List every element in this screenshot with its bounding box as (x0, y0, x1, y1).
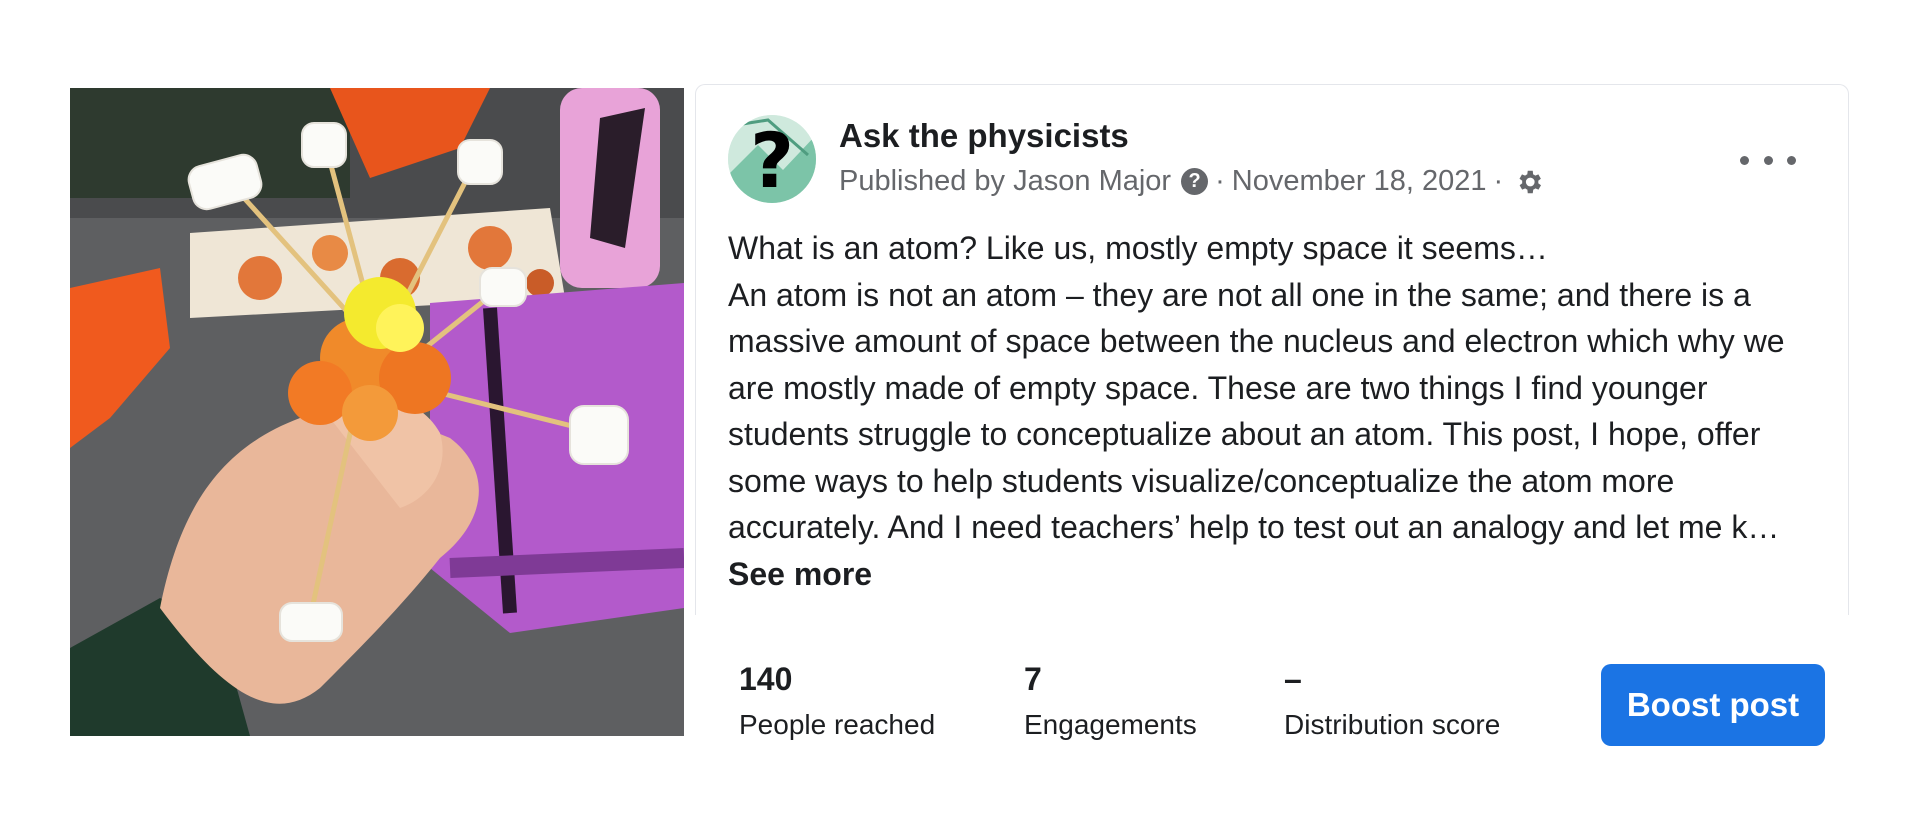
meta-separator: · (1215, 165, 1225, 197)
distribution-score-stat[interactable]: – Distribution score (1284, 660, 1500, 742)
page-name-link[interactable]: Ask the physicists (839, 117, 1129, 155)
post-date[interactable]: November 18, 2021 (1232, 165, 1487, 198)
page-avatar[interactable]: ? (728, 115, 816, 203)
post-text-body-content: An atom is not an atom – they are not al… (728, 276, 1785, 546)
people-reached-label: People reached (739, 709, 936, 740)
engagements-stat[interactable]: 7 Engagements (1024, 660, 1197, 742)
post-meta: Published by Jason Major ? · November 18… (839, 165, 1544, 198)
question-mark-logo-icon: ? (728, 115, 816, 203)
question-circle-icon[interactable]: ? (1181, 168, 1209, 195)
post-text-first-line: What is an atom? Like us, mostly empty s… (728, 230, 1548, 266)
atom-model-photo (70, 88, 684, 736)
engagements-value: 7 (1024, 661, 1042, 697)
post-card: ? Ask the physicists Published by Jason … (695, 84, 1849, 615)
author-name[interactable]: Jason Major (1013, 165, 1171, 198)
boost-post-button[interactable]: Boost post (1601, 664, 1825, 746)
more-horizontal-icon (1740, 155, 1749, 165)
svg-text:?: ? (750, 116, 794, 203)
more-options-button[interactable] (1740, 145, 1796, 175)
people-reached-stat[interactable]: 140 People reached (739, 660, 935, 742)
post-text: What is an atom? Like us, mostly empty s… (728, 225, 1828, 597)
post-text-body: An atom is not an atom – they are not al… (728, 272, 1828, 598)
distribution-score-label: Distribution score (1284, 709, 1501, 740)
distribution-score-value: – (1284, 661, 1302, 697)
post-photo[interactable] (70, 88, 684, 736)
meta-separator-2: · (1493, 165, 1504, 197)
engagements-label: Engagements (1024, 709, 1197, 740)
published-prefix: Published by (839, 165, 1006, 197)
gear-icon[interactable] (1514, 167, 1544, 197)
people-reached-value: 140 (739, 661, 793, 697)
see-more-link[interactable]: See more (728, 556, 872, 592)
